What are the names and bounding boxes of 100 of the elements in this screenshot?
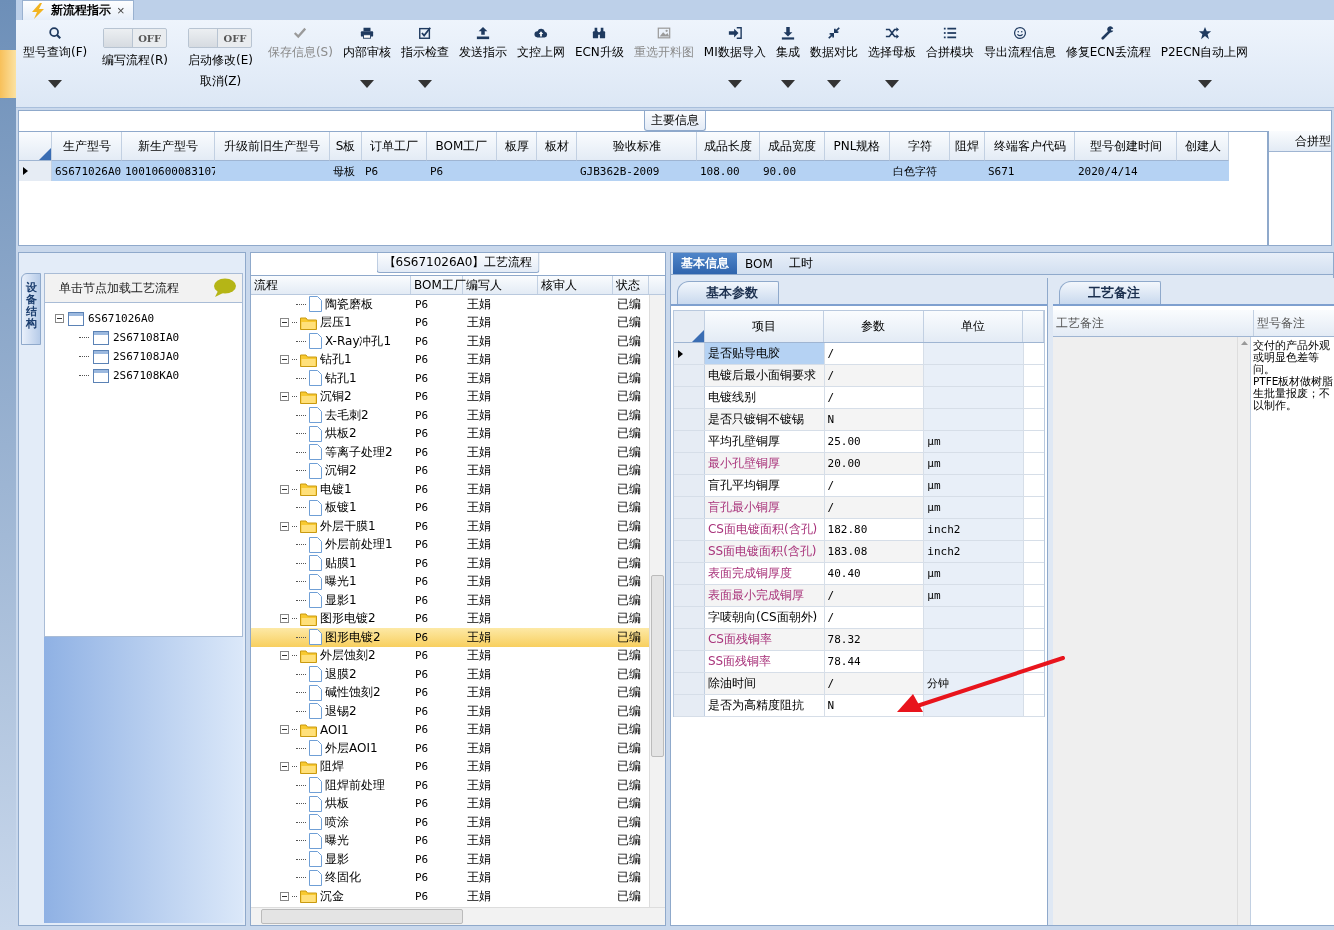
ribbon-button[interactable]: 修复ECN丢流程: [1060, 26, 1156, 61]
process-node[interactable]: 显影1: [325, 591, 357, 609]
table-row[interactable]: 烘板 P6 王娟 已编: [251, 794, 649, 813]
table-row[interactable]: 沉铜2 P6 王娟 已编: [251, 461, 649, 480]
collapse-icon[interactable]: [280, 762, 289, 772]
process-node[interactable]: 退膜2: [325, 665, 357, 683]
close-button[interactable]: ×: [117, 3, 125, 18]
process-node[interactable]: 图形电镀2: [320, 610, 376, 628]
ribbon-button[interactable]: 内部审核: [337, 26, 396, 91]
ribbon-button[interactable]: 数据对比: [804, 26, 863, 91]
table-row[interactable]: 电镀线别 /: [674, 387, 1044, 409]
table-row[interactable]: 图形电镀2 P6 王娟 已编: [251, 609, 649, 628]
table-row[interactable]: 6S671026A0 10010600083107 母板 P6 P6 GJB362B-2009 108.00 90.00 白色字符 S671 2020/4/14: [19, 161, 1267, 181]
process-node[interactable]: 贴膜1: [325, 554, 357, 572]
ribbon-button[interactable]: 选择母板: [862, 26, 921, 91]
tab[interactable]: BOM: [737, 253, 781, 274]
column-header[interactable]: 字符: [890, 132, 950, 161]
table-row[interactable]: SS面残铜率 78.44: [674, 651, 1044, 673]
table-row[interactable]: 喷涂 P6 王娟 已编: [251, 813, 649, 832]
column-header[interactable]: 单位: [923, 311, 1024, 342]
table-row[interactable]: 沉铜2 P6 王娟 已编: [251, 387, 649, 406]
column-header[interactable]: 升级前旧生产型号: [215, 132, 330, 161]
column-header[interactable]: 项目: [704, 311, 824, 342]
table-row[interactable]: 等离子处理2 P6 王娟 已编: [251, 443, 649, 462]
collapse-icon[interactable]: [280, 392, 289, 402]
column-header[interactable]: PNL规格: [825, 132, 890, 161]
column-header[interactable]: 创建人: [1177, 132, 1229, 161]
column-header[interactable]: 型号备注: [1254, 310, 1334, 336]
table-row[interactable]: 烘板2 P6 王娟 已编: [251, 424, 649, 443]
table-row[interactable]: 字唛朝向(CS面朝外) /: [674, 607, 1044, 629]
table-row[interactable]: SS面电镀面积(含孔) 183.08 inch2: [674, 541, 1044, 563]
tab[interactable]: 基本信息: [673, 253, 737, 274]
table-row[interactable]: 外层前处理1 P6 王娟 已编: [251, 535, 649, 554]
table-row[interactable]: 层压1 P6 王娟 已编: [251, 313, 649, 332]
process-node[interactable]: 去毛刺2: [325, 406, 369, 424]
column-header[interactable]: 终端客户代码: [985, 132, 1075, 161]
table-row[interactable]: 曝光 P6 王娟 已编: [251, 831, 649, 850]
process-node[interactable]: 钻孔1: [320, 351, 352, 369]
ribbon-button[interactable]: 导出流程信息: [978, 26, 1061, 61]
tree-node[interactable]: 2S67108IA0: [113, 331, 180, 344]
table-row[interactable]: 盲孔平均铜厚 / μm: [674, 475, 1044, 497]
column-header[interactable]: 新生产型号: [122, 132, 215, 161]
collapse-icon[interactable]: [280, 614, 289, 624]
table-row[interactable]: 退锡2 P6 王娟 已编: [251, 702, 649, 721]
column-header[interactable]: 生产型号: [52, 132, 122, 161]
table-row[interactable]: 曝光1 P6 王娟 已编: [251, 572, 649, 591]
process-node[interactable]: 层压1: [320, 314, 352, 332]
collapse-icon[interactable]: [280, 891, 289, 901]
process-node[interactable]: 钻孔1: [325, 369, 357, 387]
table-row[interactable]: AOI1 P6 王娟 已编: [251, 720, 649, 739]
table-row[interactable]: 钻孔1 P6 王娟 已编: [251, 350, 649, 369]
process-node[interactable]: 碱性蚀刻2: [325, 684, 381, 702]
table-row[interactable]: CS面电镀面积(含孔) 182.80 inch2: [674, 519, 1044, 541]
table-row[interactable]: 表面最小完成铜厚 / μm: [674, 585, 1044, 607]
table-row[interactable]: 阻焊前处理 P6 王娟 已编: [251, 776, 649, 795]
tree-node[interactable]: 2S67108JA0: [113, 350, 180, 363]
collapse-icon[interactable]: [55, 314, 64, 323]
collapse-icon[interactable]: [280, 651, 289, 661]
process-node[interactable]: 曝光: [325, 832, 349, 850]
process-node[interactable]: 喷涂: [325, 813, 349, 831]
table-row[interactable]: 图形电镀2 P6 王娟 已编: [251, 628, 649, 647]
column-header[interactable]: 合拼型: [1269, 131, 1331, 152]
table-row[interactable]: 外层蚀刻2 P6 王娟 已编: [251, 646, 649, 665]
collapse-icon[interactable]: [280, 355, 289, 365]
table-row[interactable]: 阻焊 P6 王娟 已编: [251, 757, 649, 776]
table-row[interactable]: 除油时间 / 分钟: [674, 673, 1044, 695]
table-row[interactable]: 板镀1 P6 王娟 已编: [251, 498, 649, 517]
tree-node[interactable]: 2S67108KA0: [113, 369, 180, 382]
tree-node[interactable]: 6S671026A0: [88, 312, 155, 325]
table-row[interactable]: 陶瓷磨板 P6 王娟 已编: [251, 295, 649, 314]
tab[interactable]: 基本参数: [677, 281, 779, 304]
column-header[interactable]: 板厚: [497, 132, 537, 161]
tab[interactable]: 工艺备注: [1059, 281, 1161, 304]
column-header[interactable]: 流程: [251, 276, 411, 294]
column-header[interactable]: S板: [330, 132, 362, 161]
table-row[interactable]: 是否为高精度阻抗 N: [674, 695, 1044, 717]
process-node[interactable]: 外层前处理1: [325, 536, 393, 554]
process-node[interactable]: 图形电镀2: [325, 628, 381, 646]
table-row[interactable]: 去毛刺2 P6 王娟 已编: [251, 406, 649, 425]
table-row[interactable]: 盲孔最小铜厚 / μm: [674, 497, 1044, 519]
toggle-switch[interactable]: OFF: [188, 28, 253, 48]
table-row[interactable]: 外层AOI1 P6 王娟 已编: [251, 739, 649, 758]
table-row[interactable]: 外层干膜1 P6 王娟 已编: [251, 517, 649, 536]
tab[interactable]: 工时: [780, 253, 821, 274]
process-node[interactable]: 烘板: [325, 795, 349, 813]
ribbon-button[interactable]: 集成: [770, 26, 805, 91]
toggle-switch[interactable]: OFF: [103, 28, 168, 48]
ribbon-button[interactable]: MI数据导入: [698, 26, 771, 91]
table-row[interactable]: 显影 P6 王娟 已编: [251, 850, 649, 869]
process-node[interactable]: 烘板2: [325, 425, 357, 443]
process-node[interactable]: 外层AOI1: [325, 739, 378, 757]
table-row[interactable]: 是否只镀铜不镀锡 N: [674, 409, 1044, 431]
table-row[interactable]: 沉金 P6 王娟 已编: [251, 887, 649, 906]
process-node[interactable]: 外层干膜1: [320, 517, 376, 535]
table-row[interactable]: 碱性蚀刻2 P6 王娟 已编: [251, 683, 649, 702]
column-header[interactable]: 板材: [537, 132, 577, 161]
process-node[interactable]: 电镀1: [320, 480, 352, 498]
process-node[interactable]: 终固化: [325, 869, 361, 887]
process-node[interactable]: X-Ray冲孔1: [325, 332, 392, 350]
document-tab[interactable]: 新流程指示 ×: [22, 0, 134, 20]
